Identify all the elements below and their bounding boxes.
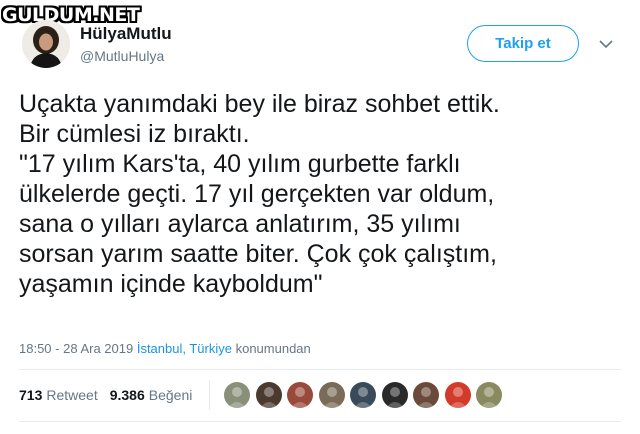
liker-avatar-9-icon[interactable] xyxy=(476,382,502,408)
stats-separator xyxy=(209,380,210,410)
like-label: Beğeni xyxy=(148,387,193,403)
tweet-timestamp[interactable]: 18:50 - 28 Ara 2019 xyxy=(19,341,133,356)
chevron-down-icon[interactable] xyxy=(598,38,614,50)
liker-avatar-5-icon[interactable] xyxy=(350,382,376,408)
profile-photo-icon xyxy=(22,20,70,68)
follow-button[interactable]: Takip et xyxy=(467,25,579,62)
liker-avatar-3-icon[interactable] xyxy=(287,382,313,408)
liker-avatar-4-icon[interactable] xyxy=(318,382,345,408)
avatar[interactable] xyxy=(22,20,70,68)
liker-avatar-8-icon[interactable] xyxy=(444,382,471,408)
liker-avatar-6-icon[interactable] xyxy=(381,382,408,408)
like-count-link[interactable]: 9.386 Beğeni xyxy=(110,387,193,403)
tweet-stats: 713 Retweet 9.386 Beğeni xyxy=(19,387,204,403)
display-name[interactable]: HülyaMutlu xyxy=(80,24,172,44)
location-suffix: konumundan xyxy=(235,341,311,356)
divider-top xyxy=(19,369,621,370)
user-identity[interactable]: HülyaMutlu @MutluHulya xyxy=(80,24,172,65)
divider-bottom xyxy=(19,421,621,422)
liker-avatar-2-icon[interactable] xyxy=(255,382,282,408)
liker-avatar-1-icon[interactable] xyxy=(224,382,250,408)
retweet-label: Retweet xyxy=(46,387,98,403)
user-handle[interactable]: @MutluHulya xyxy=(80,47,172,65)
tweet-text: Uçakta yanımdaki bey ile biraz sohbet et… xyxy=(19,90,500,298)
liker-avatars xyxy=(224,382,508,408)
site-watermark: GULDUM.NET xyxy=(2,4,140,26)
retweet-count: 713 xyxy=(19,387,43,403)
liker-avatar-7-icon[interactable] xyxy=(413,382,439,408)
retweet-count-link[interactable]: 713 Retweet xyxy=(19,387,98,403)
like-count: 9.386 xyxy=(109,387,145,403)
tweet-location[interactable]: İstanbul, Türkiye xyxy=(137,341,232,356)
tweet-meta: 18:50 - 28 Ara 2019 İstanbul, Türkiye ko… xyxy=(19,341,311,356)
